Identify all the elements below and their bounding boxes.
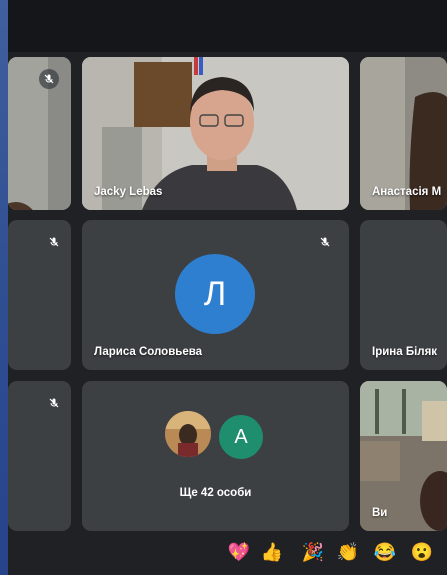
avatar <box>165 411 211 457</box>
mic-off-icon <box>315 232 335 252</box>
party-popper-icon[interactable]: 🎉 <box>301 540 325 564</box>
meeting-top-bar <box>8 0 447 52</box>
participant-tile-4[interactable] <box>8 220 71 370</box>
surprised-face-icon[interactable]: 😮 <box>410 540 434 564</box>
avatar-initial: Л <box>203 274 227 313</box>
participant-photo <box>165 411 211 457</box>
avatar: Л <box>175 254 255 334</box>
participant-tile-1[interactable] <box>8 57 71 210</box>
participant-name: Лариса Соловьева <box>94 346 203 358</box>
mic-off-icon <box>39 69 59 89</box>
avatar-initial: A <box>234 425 248 448</box>
participant-name: Анастасія М <box>372 186 442 198</box>
mic-off-icon <box>44 232 64 252</box>
participant-tile-jacky-lebas[interactable]: Jacky Lebas <box>82 57 349 210</box>
thumbs-up-icon[interactable]: 👍 <box>260 540 284 564</box>
browser-side-edge <box>0 0 8 575</box>
more-participants-tile[interactable]: A Ще 42 особи <box>82 381 349 531</box>
mic-off-icon <box>44 393 64 413</box>
participant-tile-self[interactable]: Ви <box>360 381 447 531</box>
clapping-hands-icon[interactable]: 👏 <box>336 540 360 564</box>
participant-name: Jacky Lebas <box>94 186 163 198</box>
participant-name: Ірина Біляк <box>372 346 438 358</box>
more-participants-label: Ще 42 особи <box>179 487 252 499</box>
participant-tile-7[interactable] <box>8 381 71 531</box>
participant-tile-larysa-solovieva[interactable]: Л Лариса Соловьева <box>82 220 349 370</box>
participant-name: Ви <box>372 507 388 519</box>
participant-tile-anastasiia[interactable]: Анастасія М <box>360 57 447 210</box>
participant-tile-iryna-biliak[interactable]: Ірина Біляк <box>360 220 447 370</box>
laughing-face-icon[interactable]: 😂 <box>373 540 397 564</box>
sparkling-heart-icon[interactable]: 💖 <box>227 540 251 564</box>
avatar: A <box>217 413 265 461</box>
